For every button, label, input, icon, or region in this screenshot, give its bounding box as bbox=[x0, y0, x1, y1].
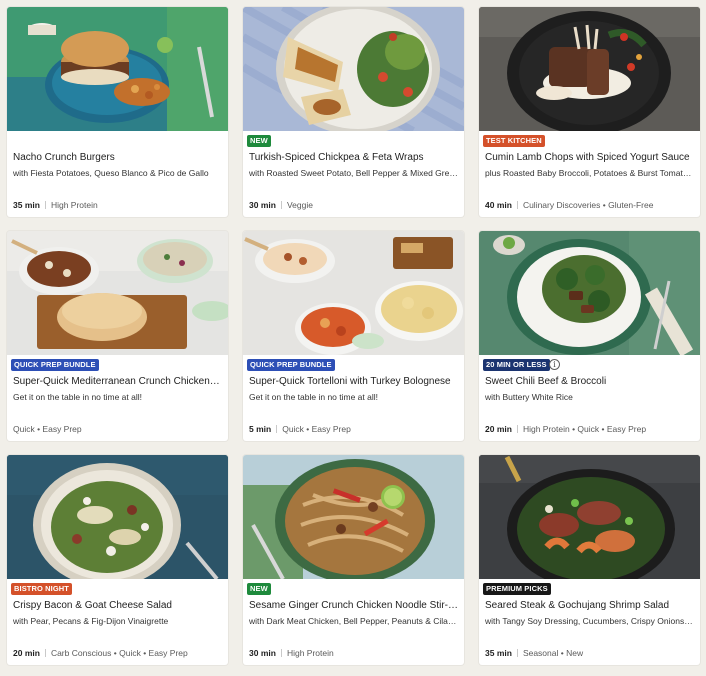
recipe-title[interactable]: Super-Quick Tortelloni with Turkey Bolog… bbox=[249, 375, 458, 388]
recipe-title[interactable]: Crispy Bacon & Goat Cheese Salad bbox=[13, 599, 222, 612]
recipe-card[interactable]: NEW Turkish-Spiced Chickpea & Feta Wraps… bbox=[243, 7, 464, 217]
recipe-meta: 40 min Culinary Discoveries • Gluten-Free bbox=[485, 200, 694, 211]
recipe-card[interactable]: TEST KITCHEN Cumin Lamb Chops with Spice… bbox=[479, 7, 700, 217]
recipe-meta: 20 min High Protein • Quick • Easy Prep bbox=[485, 424, 694, 435]
recipe-card[interactable]: 20 MIN OR LESS i Sweet Chili Beef & Broc… bbox=[479, 231, 700, 441]
recipe-title[interactable]: Cumin Lamb Chops with Spiced Yogurt Sauc… bbox=[485, 151, 694, 164]
recipe-badge: TEST KITCHEN bbox=[483, 135, 545, 147]
recipe-subtitle: with Pear, Pecans & Fig-Dijon Vinaigrett… bbox=[13, 616, 169, 626]
recipe-image[interactable] bbox=[243, 7, 464, 131]
meta-divider bbox=[276, 425, 278, 433]
recipe-title[interactable]: Turkish-Spiced Chickpea & Feta Wraps bbox=[249, 151, 458, 164]
cook-time: 30 min bbox=[249, 648, 276, 658]
recipe-tags: High Protein bbox=[286, 648, 334, 658]
recipe-subtitle: with Buttery White Rice bbox=[485, 392, 573, 402]
recipe-subtitle: Get it on the table in no time at all! bbox=[13, 392, 142, 402]
recipe-badge: BISTRO NIGHT bbox=[11, 583, 72, 595]
recipe-meta: 5 min Quick • Easy Prep bbox=[249, 424, 458, 435]
recipe-meta: Quick • Easy Prep bbox=[13, 424, 222, 435]
recipe-title[interactable]: Nacho Crunch Burgers bbox=[13, 151, 222, 164]
cook-time: 20 min bbox=[13, 648, 40, 658]
recipe-card[interactable]: QUICK PREP BUNDLE Super-Quick Tortelloni… bbox=[243, 231, 464, 441]
recipe-image[interactable] bbox=[7, 231, 228, 355]
recipe-image[interactable] bbox=[7, 7, 228, 131]
recipe-badge: QUICK PREP BUNDLE bbox=[247, 359, 335, 371]
recipe-image[interactable] bbox=[479, 231, 700, 355]
recipe-meta: 35 min Seasonal • New bbox=[485, 648, 694, 659]
recipe-meta: 30 min Veggie bbox=[249, 200, 458, 211]
recipe-badge: PREMIUM PICKS bbox=[483, 583, 551, 595]
cook-time: 40 min bbox=[485, 200, 512, 210]
cook-time: 20 min bbox=[485, 424, 512, 434]
recipe-tags: High Protein bbox=[50, 200, 98, 210]
recipe-title[interactable]: Seared Steak & Gochujang Shrimp Salad bbox=[485, 599, 694, 612]
recipe-image[interactable] bbox=[243, 455, 464, 579]
recipe-badge: QUICK PREP BUNDLE bbox=[11, 359, 99, 371]
recipe-tags: Carb Conscious • Quick • Easy Prep bbox=[50, 648, 188, 658]
recipe-title[interactable]: Super-Quick Mediterranean Crunch Chicken… bbox=[13, 375, 222, 388]
recipe-image[interactable] bbox=[243, 231, 464, 355]
meta-divider bbox=[516, 649, 518, 657]
recipe-subtitle: Get it on the table in no time at all! bbox=[249, 392, 378, 402]
info-icon[interactable]: i bbox=[549, 359, 560, 370]
meta-divider bbox=[280, 201, 282, 209]
recipe-card[interactable]: BISTRO NIGHT Crispy Bacon & Goat Cheese … bbox=[7, 455, 228, 665]
recipe-meta: 35 min High Protein bbox=[13, 200, 222, 211]
recipe-tags: Seasonal • New bbox=[522, 648, 584, 658]
meta-divider bbox=[44, 649, 46, 657]
recipe-tags: High Protein • Quick • Easy Prep bbox=[522, 424, 647, 434]
recipe-card[interactable]: QUICK PREP BUNDLE Super-Quick Mediterran… bbox=[7, 231, 228, 441]
recipe-tags: Quick • Easy Prep bbox=[282, 424, 351, 434]
cook-time: 30 min bbox=[249, 200, 276, 210]
meta-divider bbox=[280, 649, 282, 657]
recipe-badge: NEW bbox=[247, 583, 271, 595]
recipe-card[interactable]: NEW Sesame Ginger Crunch Chicken Noodle … bbox=[243, 455, 464, 665]
recipe-meta: 20 min Carb Conscious • Quick • Easy Prep bbox=[13, 648, 222, 659]
recipe-tags: Culinary Discoveries • Gluten-Free bbox=[522, 200, 654, 210]
recipe-image[interactable] bbox=[479, 455, 700, 579]
recipe-title[interactable]: Sweet Chili Beef & Broccoli bbox=[485, 375, 694, 388]
recipe-image[interactable] bbox=[7, 455, 228, 579]
recipe-subtitle: with Fiesta Potatoes, Queso Blanco & Pic… bbox=[13, 168, 209, 178]
recipe-grid: Nacho Crunch Burgers with Fiesta Potatoe… bbox=[7, 7, 700, 665]
recipe-title[interactable]: Sesame Ginger Crunch Chicken Noodle Stir… bbox=[249, 599, 458, 612]
meta-divider bbox=[44, 201, 46, 209]
recipe-badge: 20 MIN OR LESS bbox=[483, 359, 550, 371]
recipe-card[interactable]: Nacho Crunch Burgers with Fiesta Potatoe… bbox=[7, 7, 228, 217]
recipe-subtitle: with Roasted Sweet Potato, Bell Pepper &… bbox=[249, 168, 458, 178]
cook-time: 35 min bbox=[485, 648, 512, 658]
recipe-tags: Veggie bbox=[286, 200, 313, 210]
recipe-subtitle: with Dark Meat Chicken, Bell Pepper, Pea… bbox=[249, 616, 458, 626]
recipe-badge: NEW bbox=[247, 135, 271, 147]
recipe-subtitle: with Tangy Soy Dressing, Cucumbers, Cris… bbox=[485, 616, 694, 626]
meta-divider bbox=[516, 201, 518, 209]
recipe-subtitle: plus Roasted Baby Broccoli, Potatoes & B… bbox=[485, 168, 694, 178]
recipe-card[interactable]: PREMIUM PICKS Seared Steak & Gochujang S… bbox=[479, 455, 700, 665]
cook-time: 35 min bbox=[13, 200, 40, 210]
cook-time: 5 min bbox=[249, 424, 272, 434]
recipe-image[interactable] bbox=[479, 7, 700, 131]
recipe-tags: Quick • Easy Prep bbox=[13, 424, 82, 434]
meta-divider bbox=[516, 425, 518, 433]
recipe-meta: 30 min High Protein bbox=[249, 648, 458, 659]
